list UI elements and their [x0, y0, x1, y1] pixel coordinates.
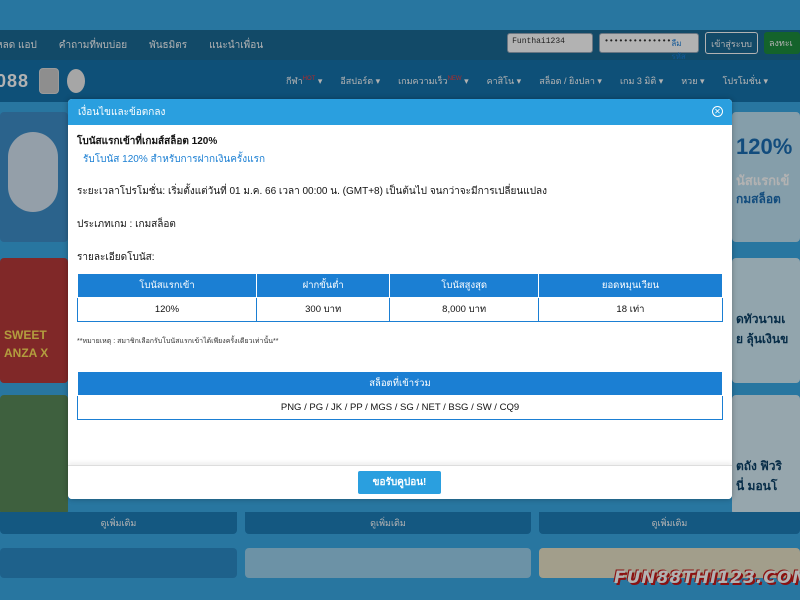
table-header-cell: โบนัสแรกเข้า [77, 273, 257, 298]
table-header-cell: โบนัสสูงสุด [389, 273, 539, 298]
table-cell: 18 เท่า [537, 297, 724, 322]
table-header-cell: ฝากขั้นต่ำ [255, 273, 391, 298]
close-icon[interactable]: ✕ [712, 106, 723, 117]
table-row: 120% 300 บาท 8,000 บาท 18 เท่า [77, 297, 724, 322]
modal-title: เงื่อนไขและข้อตกลง [78, 106, 166, 118]
table-header-cell: สล็อตที่เข้าร่วม [77, 371, 723, 396]
promo-period: ระยะเวลาโปรโมชั่น: เริ่มตั้งแต่วันที่ 01… [77, 186, 548, 197]
slots-table: สล็อตที่เข้าร่วม PNG / PG / JK / PP / MG… [77, 371, 723, 420]
bonus-table: โบนัสแรกเข้า ฝากขั้นต่ำ โบนัสสูงสุด ยอดห… [77, 273, 724, 322]
terms-modal: เงื่อนไขและข้อตกลง ✕ โบนัสแรกเข้าที่เกมส… [68, 99, 732, 499]
table-cell: 300 บาท [255, 297, 391, 322]
table-cell: 120% [77, 297, 257, 322]
modal-body: โบนัสแรกเข้าที่เกมส์สล็อต 120% รับโบนัส … [68, 125, 732, 465]
modal-header: เงื่อนไขและข้อตกลง ✕ [68, 99, 732, 125]
game-type: ประเภทเกม : เกมสล็อต [77, 219, 176, 230]
table-header-cell: ยอดหมุนเวียน [537, 273, 724, 298]
table-row: PNG / PG / JK / PP / MGS / SG / NET / BS… [77, 395, 723, 420]
claim-coupon-button[interactable]: ขอรับคูปอน! [358, 471, 441, 494]
table-cell: 8,000 บาท [389, 297, 539, 322]
modal-footer: ขอรับคูปอน! [68, 465, 732, 499]
bonus-subtitle: รับโบนัส 120% สำหรับการฝากเงินครั้งแรก [83, 154, 266, 165]
bonus-note: **หมายเหตุ : สมาชิกเลือกรับโบนัสแรกเข้าไ… [77, 338, 279, 345]
table-cell: PNG / PG / JK / PP / MGS / SG / NET / BS… [77, 395, 723, 420]
bonus-title: โบนัสแรกเข้าที่เกมส์สล็อต 120% [77, 136, 218, 147]
bonus-details-label: รายละเอียดโบนัส: [77, 252, 155, 263]
